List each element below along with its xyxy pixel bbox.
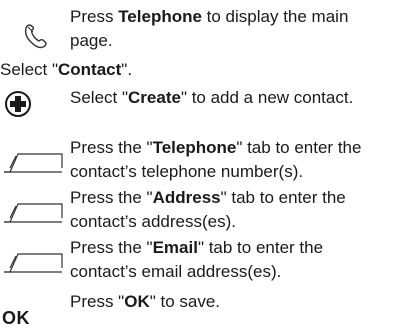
tab-icon xyxy=(2,196,64,224)
line: contact’s telephone number(s). xyxy=(70,162,304,181)
ok-label-icon: OK xyxy=(2,308,30,328)
line: contact’s address(es). xyxy=(70,212,236,231)
line: Press the "Address" tab to enter the xyxy=(70,188,346,207)
line: Press the "Telephone" tab to enter the xyxy=(70,138,362,157)
line: Press the "Email" tab to enter the xyxy=(70,238,324,257)
step-address-tab: Press the "Address" tab to enter the con… xyxy=(0,186,416,236)
instruction-page: { "steps": [ { "icon": "handset-icon", "… xyxy=(0,0,416,331)
line: contact’s email address(es). xyxy=(70,262,282,281)
handset-icon xyxy=(22,22,48,50)
step-create-text: Select "Create" to add a new contact. xyxy=(70,88,354,107)
step-create: Select "Create" to add a new contact. xyxy=(0,86,416,126)
step-email-tab: Press the "Email" tab to enter the conta… xyxy=(0,236,416,286)
step-ok: OK Press "OK" to save. xyxy=(0,290,416,331)
step-ok-text: Press "OK" to save. xyxy=(70,292,221,311)
step-telephone-tab: Press the "Telephone" tab to enter the c… xyxy=(0,136,416,186)
step-contact: Select "Contact". xyxy=(0,58,416,82)
step-telephone-text: Press Telephone to display the main page… xyxy=(70,5,416,53)
step-address-tab-text: Press the "Address" tab to enter the con… xyxy=(70,186,416,234)
step-contact-text: Select "Contact". xyxy=(0,60,133,79)
tab-icon xyxy=(2,246,64,274)
step-telephone-tab-text: Press the "Telephone" tab to enter the c… xyxy=(70,136,416,184)
plus-circle-icon xyxy=(4,90,32,118)
step-telephone: Press Telephone to display the main page… xyxy=(0,0,416,56)
step-email-tab-text: Press the "Email" tab to enter the conta… xyxy=(70,236,416,284)
line: page. xyxy=(70,31,113,50)
tab-icon xyxy=(2,146,64,174)
line: Press Telephone to display the main xyxy=(70,7,349,26)
